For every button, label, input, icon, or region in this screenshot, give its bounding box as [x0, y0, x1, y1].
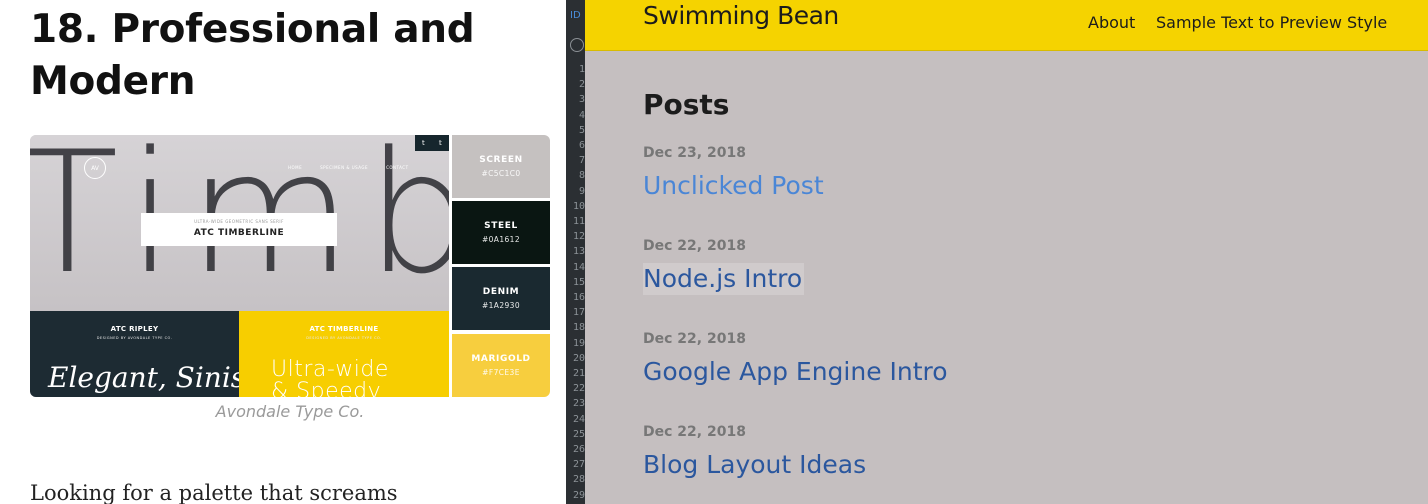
swatch-hex: #F7CE3E: [482, 368, 520, 377]
swatch-name: MARIGOLD: [471, 354, 531, 364]
line-number: 27: [572, 459, 585, 471]
line-number: 9: [578, 185, 585, 197]
swatch-name: SCREEN: [479, 155, 523, 165]
swatch-screen: SCREEN #C5C1C0: [452, 135, 550, 198]
post-date: Dec 22, 2018: [643, 331, 746, 347]
ripley-title: ATC RIPLEY: [110, 325, 159, 333]
editor-tab[interactable]: ID: [570, 10, 581, 21]
hero-title-card: ULTRA-WIDE GEOMETRIC SANS SERIF ATC TIMB…: [141, 213, 337, 246]
swatch-name: STEEL: [484, 221, 518, 231]
hero-ripley-panel: ATC RIPLEY DESIGNED BY AVONDALE TYPE CO.…: [30, 311, 239, 397]
nav-about-link[interactable]: About: [1088, 13, 1135, 32]
line-number: 7: [578, 155, 585, 167]
site-header: Swimming Bean About Sample Text to Previ…: [585, 0, 1428, 51]
swatch-hex: #0A1612: [481, 235, 521, 244]
swatch-hex: #C5C1C0: [481, 169, 521, 178]
posts-heading: Posts: [643, 88, 730, 121]
line-number: 22: [572, 383, 585, 395]
line-number: 20: [572, 352, 585, 364]
line-number: 1: [578, 64, 585, 75]
line-number: 24: [572, 413, 585, 425]
code-editor-strip: ID 1 2 3 4 5 6 7 8 9 10 11 12 13 14 15 16 17 18 19 20 21 22 23…: [566, 0, 585, 504]
timberline-sample-line-2: & Speedy: [271, 379, 382, 398]
hero-website-screenshot: Timbe AV HOME SPECIMEN & USAGE CONTACT t…: [30, 135, 449, 397]
line-number: 15: [572, 276, 585, 288]
hero-card-subtitle: ULTRA-WIDE GEOMETRIC SANS SERIF: [194, 219, 284, 224]
post-link-blog-layout-ideas[interactable]: Blog Layout Ideas: [643, 449, 866, 481]
line-number: 12: [572, 231, 585, 243]
hero-timberline-panel: ATC TIMBERLINE DESIGNED BY AVONDALE TYPE…: [239, 311, 449, 397]
line-number: 10: [572, 200, 585, 212]
swatch-hex: #1A2930: [481, 301, 521, 310]
blog-preview: Swimming Bean About Sample Text to Previ…: [585, 0, 1428, 504]
swatch-marigold: MARIGOLD #F7CE3E: [452, 334, 550, 397]
line-number: 26: [572, 444, 585, 456]
post-link-nodejs-intro[interactable]: Node.js Intro: [643, 263, 805, 295]
hero-nav-item: CONTACT: [386, 165, 409, 170]
post-date: Dec 22, 2018: [643, 424, 746, 440]
line-number: 8: [578, 170, 585, 182]
timberline-sample: Ultra-wide & Speedy: [271, 359, 389, 398]
hero-nav-item: SPECIMEN & USAGE: [320, 165, 369, 170]
ripley-subtitle: DESIGNED BY AVONDALE TYPE CO.: [96, 336, 173, 340]
timberline-title: ATC TIMBERLINE: [309, 325, 379, 333]
search-icon[interactable]: [570, 38, 584, 52]
article-pane: 18. Professional and Modern Timbe AV HOM…: [0, 0, 566, 504]
line-number: 25: [572, 428, 585, 440]
site-title-link[interactable]: Swimming Bean: [643, 1, 839, 31]
line-number: 14: [572, 261, 585, 273]
line-number: 16: [572, 292, 585, 304]
line-number: 6: [578, 140, 585, 152]
line-number: 19: [572, 337, 585, 349]
line-number: 17: [572, 307, 585, 319]
article-title: 18. Professional and Modern: [30, 4, 550, 108]
ripley-sample: Elegant, Sinister,: [48, 361, 239, 394]
hero-top-section: Timbe AV HOME SPECIMEN & USAGE CONTACT t…: [30, 135, 449, 311]
swatch-name: DENIM: [482, 287, 520, 297]
post-link-google-app-engine-intro[interactable]: Google App Engine Intro: [643, 356, 948, 388]
line-number: 21: [572, 368, 585, 380]
line-number: 5: [578, 124, 585, 136]
nav-sample-text-link[interactable]: Sample Text to Preview Style: [1156, 13, 1387, 32]
line-number: 28: [572, 474, 585, 486]
hero-image: Timbe AV HOME SPECIMEN & USAGE CONTACT t…: [30, 135, 550, 397]
twitter-icon: 𝕥: [438, 139, 442, 147]
line-number: 4: [578, 109, 585, 121]
hero-nav: HOME SPECIMEN & USAGE CONTACT: [288, 165, 409, 170]
line-number: 2: [578, 79, 585, 91]
hero-card-title: ATC TIMBERLINE: [193, 228, 285, 238]
line-number: 23: [572, 398, 585, 410]
post-link-unclicked-post[interactable]: Unclicked Post: [643, 170, 824, 202]
article-title-line-1: 18. Professional and: [30, 7, 475, 52]
avondale-logo-icon: AV: [84, 157, 106, 179]
article-title-line-2: Modern: [30, 59, 196, 104]
swatch-steel: STEEL #0A1612: [452, 201, 550, 264]
hero-nav-item: HOME: [288, 165, 303, 170]
post-date: Dec 22, 2018: [643, 238, 746, 254]
image-caption: Avondale Type Co.: [215, 402, 365, 421]
line-number: 11: [572, 216, 585, 228]
line-numbers: 1 2 3 4 5 6 7 8 9 10 11 12 13 14 15 16 17 18 19 20 21 22 23 24 2…: [569, 62, 585, 503]
line-number: 13: [572, 246, 585, 258]
post-date: Dec 23, 2018: [643, 145, 746, 161]
line-number: 3: [578, 94, 585, 106]
swatch-denim: DENIM #1A2930: [452, 267, 550, 330]
color-swatches: SCREEN #C5C1C0 STEEL #0A1612 DENIM #1A29…: [452, 135, 550, 397]
hero-social-icons: t 𝕥: [415, 135, 449, 151]
tumblr-icon: t: [421, 139, 425, 147]
line-number: 29: [572, 489, 585, 501]
article-paragraph: Looking for a palette that screams: [30, 481, 398, 504]
line-number: 18: [572, 322, 585, 334]
timberline-subtitle: DESIGNED BY AVONDALE TYPE CO.: [306, 336, 382, 340]
